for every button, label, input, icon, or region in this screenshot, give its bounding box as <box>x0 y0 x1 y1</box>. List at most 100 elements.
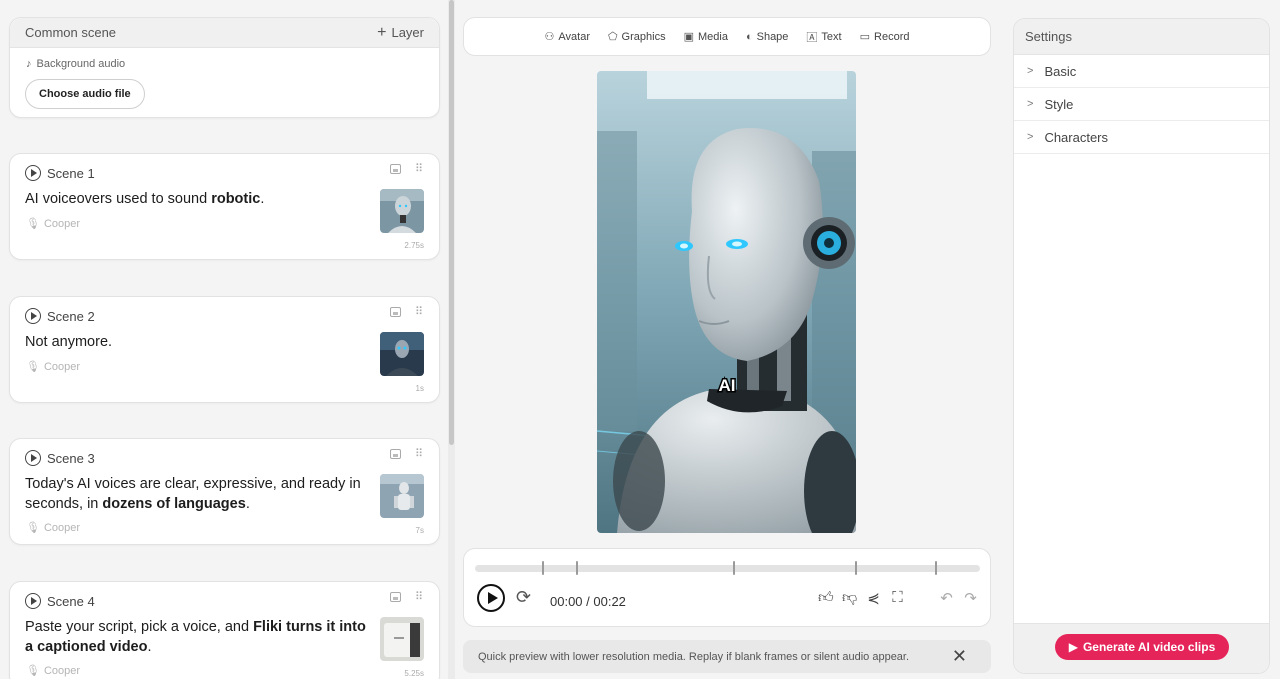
microphone-icon: 🎙︎ <box>26 665 40 677</box>
close-icon[interactable]: ✕ <box>952 646 967 667</box>
add-layer-label: Layer <box>391 25 424 40</box>
scene-play-icon[interactable] <box>25 450 41 466</box>
microphone-icon: 🎙︎ <box>26 522 40 534</box>
drag-handle-icon[interactable]: ⠿ <box>415 592 423 603</box>
thumbs-up-icon[interactable]: 👍︎ <box>818 589 834 607</box>
shape-icon: ◐ <box>745 30 753 43</box>
image-icon[interactable] <box>389 164 401 174</box>
voice-name: Cooper <box>43 217 81 230</box>
play-button[interactable] <box>477 584 505 612</box>
script-bold: dozens of languages <box>102 496 246 512</box>
generate-ai-video-clips-button[interactable]: ▶ Generate AI video clips <box>1055 634 1229 660</box>
scene-title: Scene 2 <box>47 308 95 324</box>
text-icon: 🄰 <box>806 31 818 44</box>
thumbs-down-icon[interactable]: 👎︎ <box>842 589 857 607</box>
common-scene-card: Common scene + Layer ♪ Background audio … <box>9 17 440 118</box>
scene-thumbnail[interactable] <box>380 617 424 661</box>
scene-marker[interactable] <box>733 561 735 575</box>
scene-card-3[interactable]: Scene 3 ⠿ Today's AI voices are clear, e… <box>9 438 440 545</box>
replay-icon[interactable]: ⟳ <box>516 587 531 608</box>
music-note-icon: ♪ <box>26 58 32 70</box>
playback-controls: ⟳ 00:00 / 00:22 👍︎ 👎︎ ⋞ ⛶ ↶ ↷ <box>463 548 991 627</box>
text-tool-label: Text <box>821 30 842 43</box>
script-tail: . <box>147 639 152 655</box>
shape-tool[interactable]: ◐ Shape <box>746 31 788 43</box>
script-plain: Paste your script, pick a voice, and <box>25 619 254 635</box>
scene-card-4[interactable]: Scene 4 ⠿ Paste your script, pick a voic… <box>9 581 440 679</box>
scene-thumbnail[interactable] <box>380 474 424 518</box>
drag-handle-icon[interactable]: ⠿ <box>415 164 423 175</box>
video-clip-icon: ▶ <box>1068 640 1078 654</box>
script-bold: robotic <box>211 191 261 207</box>
scene-marker[interactable] <box>935 561 937 575</box>
scene-card-2[interactable]: Scene 2 ⠿ Not anymore. 🎙︎ Cooper 1s <box>9 296 440 403</box>
graphics-tool-label: Graphics <box>621 30 666 43</box>
settings-section-basic[interactable]: > Basic <box>1014 55 1269 88</box>
scene-header: Scene 3 <box>25 450 95 466</box>
add-layer-button[interactable]: + Layer <box>377 24 424 41</box>
image-icon[interactable] <box>389 307 401 317</box>
record-tool[interactable]: ▭ Record <box>860 30 910 44</box>
script-tail: . <box>260 191 265 207</box>
common-scene-title: Common scene <box>25 25 117 40</box>
video-preview[interactable]: AI <box>597 71 856 533</box>
voice-label[interactable]: 🎙︎ Cooper <box>26 521 80 535</box>
avatar-tool[interactable]: ⚇ Avatar <box>545 30 590 44</box>
scene-play-icon[interactable] <box>25 308 41 324</box>
common-scene-header: Common scene + Layer <box>10 18 439 48</box>
voice-label[interactable]: 🎙︎ Cooper <box>26 664 80 678</box>
scrollbar-thumb[interactable] <box>449 0 454 445</box>
settings-section-characters[interactable]: > Characters <box>1014 121 1269 154</box>
scene-marker[interactable] <box>855 561 857 575</box>
settings-panel: Settings > Basic > Style > Characters ▶ … <box>1013 18 1270 674</box>
scene-script-text[interactable]: AI voiceovers used to sound robotic. <box>25 189 370 209</box>
settings-section-style[interactable]: > Style <box>1014 88 1269 121</box>
background-audio-label: Background audio <box>36 58 126 70</box>
redo-icon[interactable]: ↷ <box>963 589 978 607</box>
avatar-tool-label: Avatar <box>558 30 590 43</box>
section-label: Characters <box>1044 129 1109 145</box>
preview-notice: Quick preview with lower resolution medi… <box>463 640 991 673</box>
chevron-right-icon: > <box>1027 65 1034 77</box>
player-actions: 👍︎ 👎︎ ⋞ ⛶ ↶ ↷ <box>818 589 978 607</box>
scene-card-1[interactable]: Scene 1 ⠿ AI voiceovers used to sound ro… <box>9 153 440 260</box>
scene-duration: 7s <box>415 526 424 535</box>
media-tool[interactable]: ▣ Media <box>683 30 728 44</box>
graphics-tool[interactable]: ⬠ Graphics <box>607 30 666 44</box>
scene-duration: 1s <box>415 384 424 393</box>
scene-list-panel: Common scene + Layer ♪ Background audio … <box>0 0 448 679</box>
scene-script-text[interactable]: Paste your script, pick a voice, and Fli… <box>25 617 370 657</box>
graphics-icon: ⬠ <box>607 31 618 43</box>
fullscreen-icon[interactable]: ⛶ <box>890 589 905 607</box>
scene-header: Scene 4 <box>25 593 95 609</box>
choose-audio-file-button[interactable]: Choose audio file <box>25 79 145 109</box>
text-tool[interactable]: 🄰 Text <box>806 29 841 45</box>
scene-title: Scene 3 <box>47 450 95 466</box>
scene-thumbnail[interactable] <box>380 332 424 376</box>
image-icon[interactable] <box>389 449 401 459</box>
scene-play-icon[interactable] <box>25 593 41 609</box>
voice-label[interactable]: 🎙︎ Cooper <box>26 360 80 374</box>
preview-notice-text: Quick preview with lower resolution medi… <box>478 650 910 663</box>
scene-script-text[interactable]: Today's AI voices are clear, expressive,… <box>25 474 370 514</box>
scene-marker[interactable] <box>542 561 544 575</box>
image-icon: ▣ <box>683 31 694 43</box>
scene-script-text[interactable]: Not anymore. <box>25 332 370 352</box>
chevron-right-icon: > <box>1027 131 1034 143</box>
shape-tool-label: Shape <box>756 30 789 43</box>
timeline-track[interactable] <box>475 565 980 572</box>
image-icon[interactable] <box>389 592 401 602</box>
scene-play-icon[interactable] <box>25 165 41 181</box>
scene-duration: 2.75s <box>404 241 424 250</box>
section-label: Style <box>1044 96 1074 112</box>
drag-handle-icon[interactable]: ⠿ <box>415 307 423 318</box>
scene-list-scrollbar[interactable] <box>448 0 455 679</box>
scene-marker[interactable] <box>576 561 578 575</box>
voice-label[interactable]: 🎙︎ Cooper <box>26 217 81 231</box>
drag-handle-icon[interactable]: ⠿ <box>415 449 423 460</box>
share-icon[interactable]: ⋞ <box>866 589 881 607</box>
scene-thumbnail[interactable] <box>380 189 424 233</box>
generate-label: Generate AI video clips <box>1082 640 1216 654</box>
undo-icon[interactable]: ↶ <box>939 589 954 607</box>
